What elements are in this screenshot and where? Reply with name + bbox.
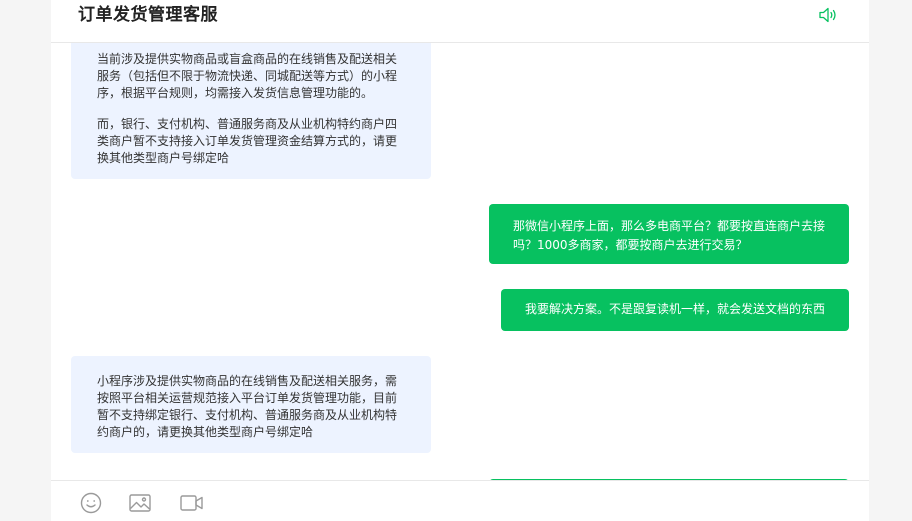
message-text: 我要解决方案。不是跟复读机一样，就会发送文档的东西 — [525, 302, 826, 316]
speaker-icon[interactable] — [817, 4, 839, 26]
page-title: 订单发货管理客服 — [78, 5, 218, 25]
chat-header: 订单发货管理客服 — [51, 0, 869, 43]
video-icon[interactable] — [179, 491, 203, 515]
image-icon[interactable] — [128, 491, 152, 515]
message-bubble: 小程序涉及提供实物商品的在线销售及配送相关服务，需按照平台相关运营规范接入平台订… — [71, 356, 431, 453]
message-bubble: 我要解决方案。不是跟复读机一样，就会发送文档的东西 — [501, 289, 849, 331]
emoji-icon[interactable] — [79, 491, 103, 515]
message-text: 那微信小程序上面，那么多电商平台？都要按直连商户去接吗？1000多商家，都要按商… — [513, 219, 826, 252]
input-toolbar — [51, 480, 869, 521]
chat-window: 订单发货管理客服 当前涉及提供实物商品或盲盒商品的在线销售及配送相关服务（包括但… — [51, 0, 869, 521]
message-paragraph: 当前涉及提供实物商品或盲盒商品的在线销售及配送相关服务（包括但不限于物流快递、同… — [97, 52, 398, 100]
message-paragraph: 而，银行、支付机构、普通服务商及从业机构特约商户四类商户暂不支持接入订单发货管理… — [97, 117, 398, 165]
message-bubble: 那微信小程序上面，那么多电商平台？都要按直连商户去接吗？1000多商家，都要按商… — [489, 204, 849, 264]
message-list[interactable]: 当前涉及提供实物商品或盲盒商品的在线销售及配送相关服务（包括但不限于物流快递、同… — [51, 43, 869, 480]
message-bubble: 当前涉及提供实物商品或盲盒商品的在线销售及配送相关服务（包括但不限于物流快递、同… — [71, 43, 431, 179]
message-text: 小程序涉及提供实物商品的在线销售及配送相关服务，需按照平台相关运营规范接入平台订… — [97, 374, 398, 439]
